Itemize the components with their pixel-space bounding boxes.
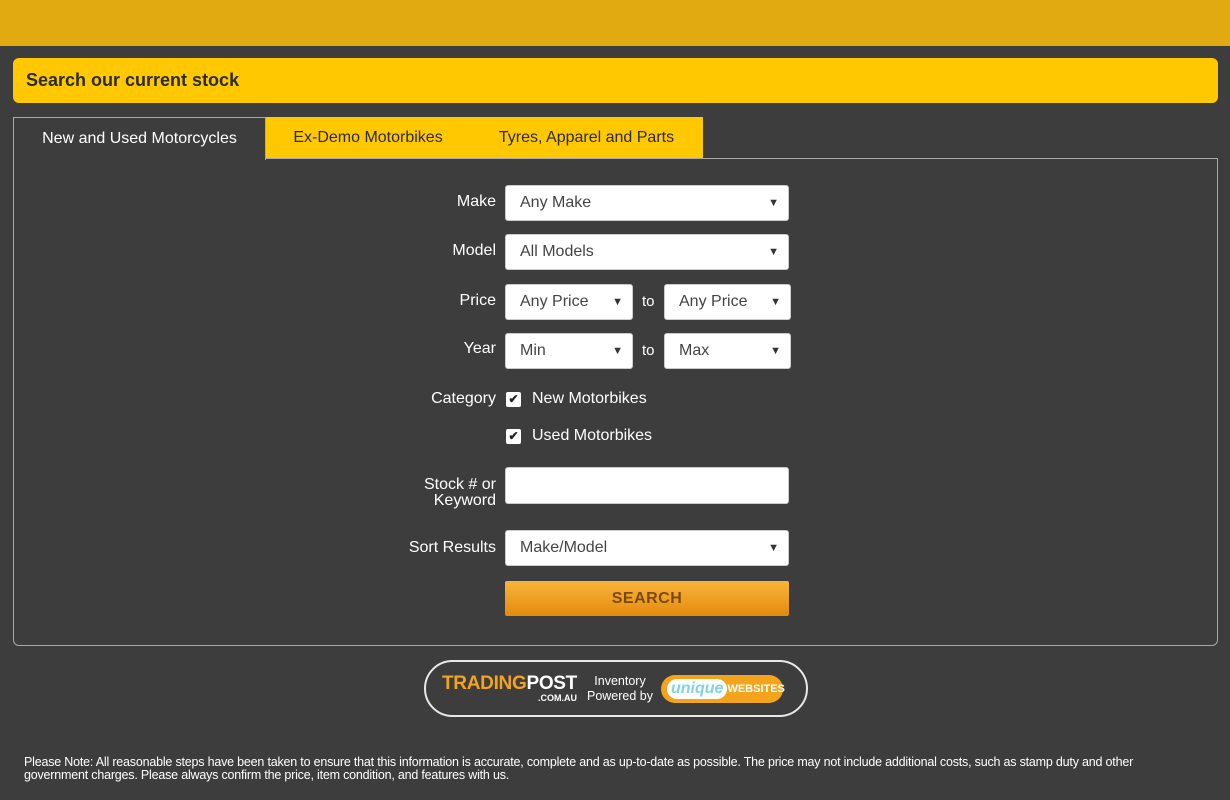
- disclaimer-note: Please Note: All reasonable steps have b…: [24, 755, 1134, 782]
- tradingpost-logo: TRADINGPOST .COM.AU: [442, 674, 577, 703]
- model-label: Model: [452, 242, 496, 259]
- model-select[interactable]: All Models ▼: [505, 234, 789, 270]
- year-max-value: Max: [679, 342, 710, 359]
- used-motorbikes-checkbox[interactable]: ✔: [506, 428, 521, 444]
- new-motorbikes-label: New Motorbikes: [532, 390, 647, 407]
- powered-by-badge[interactable]: TRADINGPOST .COM.AU Inventory Powered by…: [424, 660, 808, 717]
- year-max-select[interactable]: Max ▼: [664, 333, 791, 369]
- caret-down-icon: ▼: [768, 197, 779, 209]
- search-button[interactable]: SEARCH: [505, 581, 789, 616]
- unique-websites-logo-unique: unique: [667, 678, 728, 699]
- year-min-value: Min: [520, 342, 546, 359]
- year-to-label: to: [642, 342, 655, 359]
- tab-new-and-used-motorcycles[interactable]: New and Used Motorcycles: [13, 117, 266, 160]
- price-max-select[interactable]: Any Price ▼: [664, 284, 791, 320]
- check-icon: ✔: [508, 392, 519, 406]
- price-max-value: Any Price: [679, 293, 748, 310]
- tab-ex-demo-motorbikes[interactable]: Ex-Demo Motorbikes: [266, 117, 470, 159]
- search-header: Search our current stock: [13, 58, 1218, 103]
- check-icon: ✔: [508, 429, 519, 443]
- caret-down-icon: ▼: [612, 296, 623, 308]
- top-bar: [0, 0, 1230, 46]
- tradingpost-logo-post: POST: [526, 673, 577, 694]
- make-select-value: Any Make: [520, 194, 592, 211]
- price-to-label: to: [642, 293, 655, 310]
- sort-select-value: Make/Model: [520, 539, 608, 556]
- keyword-label-line1: Stock # or: [423, 476, 496, 493]
- price-min-value: Any Price: [520, 293, 589, 310]
- caret-down-icon: ▼: [768, 542, 779, 554]
- category-new-motorbikes: ✔ New Motorbikes: [506, 390, 647, 408]
- tradingpost-logo-trading: TRADING: [442, 673, 527, 694]
- price-min-select[interactable]: Any Price ▼: [505, 284, 633, 320]
- category-used-motorbikes: ✔ Used Motorbikes: [506, 427, 652, 445]
- keyword-label: Stock # or Keyword: [424, 477, 496, 509]
- caret-down-icon: ▼: [770, 296, 781, 308]
- new-motorbikes-checkbox[interactable]: ✔: [506, 391, 521, 407]
- model-select-value: All Models: [520, 243, 594, 260]
- caret-down-icon: ▼: [612, 345, 623, 357]
- category-label: Category: [431, 390, 496, 407]
- used-motorbikes-label: Used Motorbikes: [532, 427, 653, 444]
- powered-by-line1: Inventory: [594, 673, 646, 688]
- keyword-input[interactable]: [505, 467, 789, 504]
- caret-down-icon: ▼: [770, 345, 781, 357]
- make-select[interactable]: Any Make ▼: [505, 185, 789, 221]
- price-label: Price: [459, 292, 496, 309]
- make-label: Make: [456, 193, 496, 210]
- caret-down-icon: ▼: [768, 246, 779, 258]
- powered-by-text: Inventory Powered by: [587, 674, 653, 704]
- unique-websites-logo: unique WEBSITES: [661, 674, 785, 703]
- keyword-label-line2: Keyword: [433, 492, 496, 509]
- page-title: Search our current stock: [26, 70, 240, 90]
- sort-select[interactable]: Make/Model ▼: [505, 530, 789, 566]
- tab-tyres-apparel-parts[interactable]: Tyres, Apparel and Parts: [470, 117, 703, 159]
- year-min-select[interactable]: Min ▼: [505, 333, 633, 369]
- year-label: Year: [463, 340, 496, 357]
- tab-bar: New and Used Motorcycles Ex-Demo Motorbi…: [13, 117, 703, 160]
- tradingpost-logo-domain: .COM.AU: [537, 693, 577, 703]
- unique-websites-logo-websites: WEBSITES: [727, 682, 785, 695]
- sort-label: Sort Results: [408, 539, 496, 556]
- powered-by-line2: Powered by: [586, 688, 653, 703]
